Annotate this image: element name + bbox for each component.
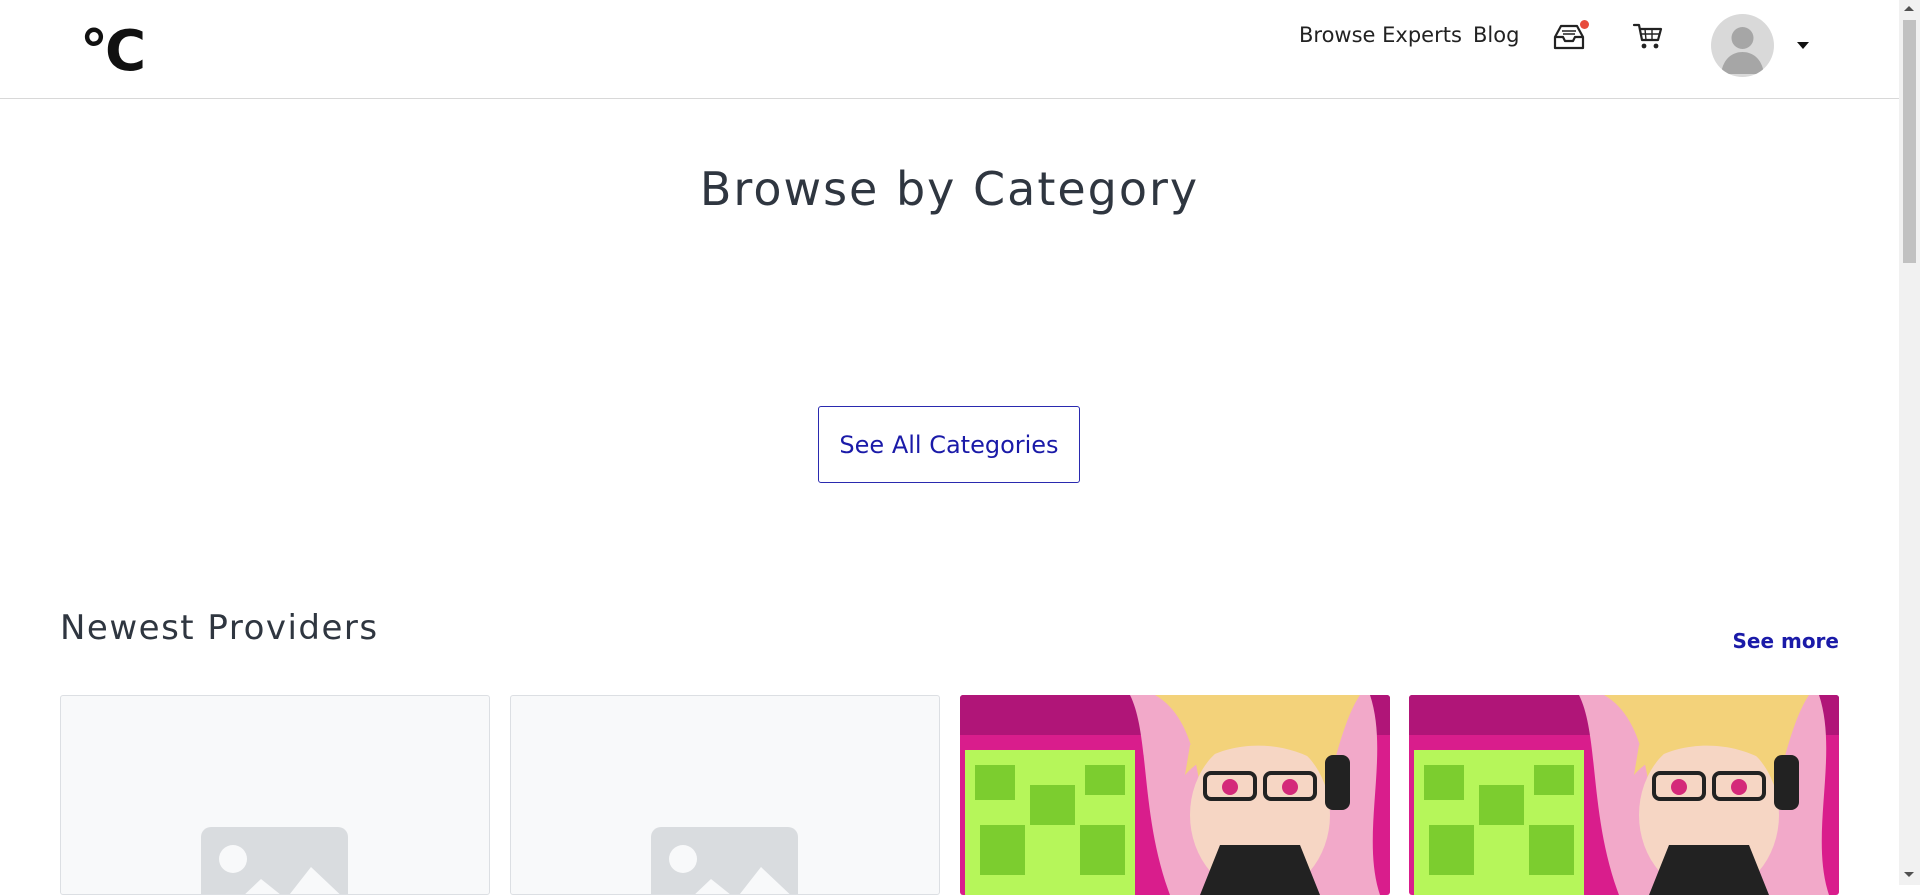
nav-blog-link[interactable]: Blog bbox=[1473, 20, 1519, 50]
top-navbar: °C Browse Experts Blog bbox=[0, 0, 1899, 99]
caret-down-icon[interactable] bbox=[1797, 42, 1809, 49]
provider-card[interactable] bbox=[1409, 695, 1839, 895]
provider-card[interactable] bbox=[960, 695, 1390, 895]
cart-icon[interactable] bbox=[1632, 21, 1664, 51]
scroll-down-arrow-icon[interactable] bbox=[1904, 872, 1914, 877]
page-title: Browse by Category bbox=[699, 162, 1200, 216]
notification-badge bbox=[1580, 20, 1589, 29]
nav-browse-experts-link[interactable]: Browse Experts bbox=[1299, 20, 1462, 50]
provider-image bbox=[1409, 695, 1839, 895]
site-logo[interactable]: °C bbox=[80, 16, 146, 88]
newest-providers-heading: Newest Providers bbox=[60, 608, 379, 648]
scrollbar-thumb[interactable] bbox=[1903, 20, 1916, 263]
see-all-categories-button[interactable]: See All Categories bbox=[818, 406, 1080, 483]
scroll-up-arrow-icon[interactable] bbox=[1904, 6, 1914, 11]
see-more-link[interactable]: See more bbox=[1732, 629, 1839, 653]
provider-image bbox=[960, 695, 1390, 895]
avatar[interactable] bbox=[1711, 14, 1774, 77]
provider-card[interactable] bbox=[60, 695, 490, 895]
user-silhouette-icon bbox=[1721, 27, 1764, 74]
provider-card[interactable] bbox=[510, 695, 940, 895]
